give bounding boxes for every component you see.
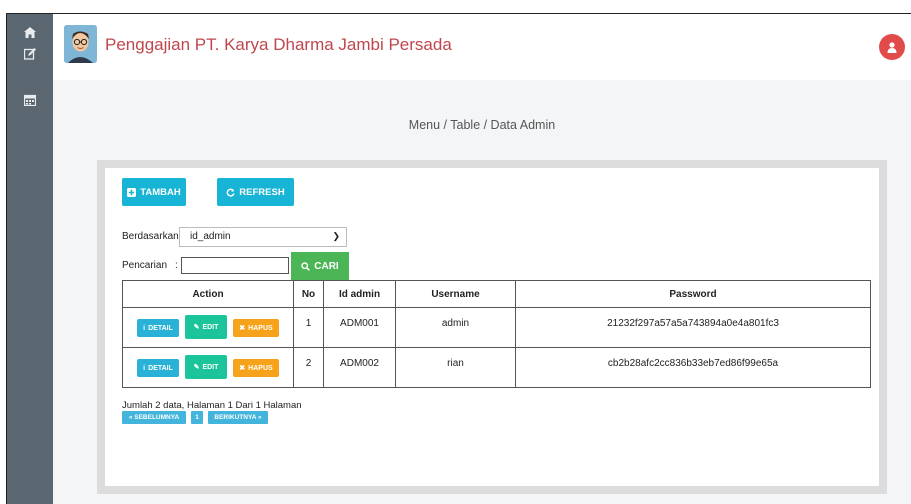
column-header-id-admin: Id admin [323, 280, 396, 308]
delete-button[interactable]: ✖ HAPUS [233, 319, 279, 337]
add-button[interactable]: TAMBAH [122, 178, 186, 206]
detail-button-label: DETAIL [148, 364, 173, 372]
cell-username: rian [395, 347, 516, 388]
chevron-down-icon: ❯ [332, 231, 340, 241]
column-header-action: Action [122, 280, 294, 308]
cell-id-admin: ADM002 [323, 347, 396, 388]
column-header-username: Username [395, 280, 516, 308]
cell-no: 2 [293, 347, 324, 388]
avatar [64, 25, 97, 63]
edit-icon[interactable] [7, 48, 53, 63]
next-page-button[interactable]: BERIKUTNYA » [208, 411, 268, 424]
admin-table: Action No Id admin Username Password i DE… [122, 280, 871, 388]
table-header-row: Action No Id admin Username Password [122, 280, 871, 308]
search-label: Pencarian [122, 260, 168, 271]
breadcrumb: Menu / Table / Data Admin [408, 118, 556, 132]
cell-username: admin [395, 307, 516, 348]
plus-square-icon [127, 187, 137, 197]
search-input[interactable] [181, 257, 289, 274]
main-content: Menu / Table / Data Admin TAMBAH REFRESH… [53, 80, 911, 504]
cell-password: cb2b28afc2cc836b33eb7ed86f99e65a [515, 347, 871, 388]
add-button-label: TAMBAH [140, 186, 181, 198]
action-cell: i DETAIL ✎ EDIT ✖ HAPUS [122, 347, 294, 388]
edit-button-label: EDIT [202, 323, 219, 331]
filter-by-value: id_admin [190, 231, 231, 242]
app-window: Penggajian PT. Karya Dharma Jambi Persad… [6, 13, 911, 504]
page-1-button[interactable]: 1 [191, 411, 203, 424]
app-title: Penggajian PT. Karya Dharma Jambi Persad… [105, 35, 452, 54]
calendar-icon[interactable] [7, 94, 53, 109]
home-icon[interactable] [7, 26, 53, 41]
delete-button-label: HAPUS [248, 324, 273, 332]
table-row: i DETAIL ✎ EDIT ✖ HAPUS 1 ADM001 admin 21232f… [122, 307, 871, 348]
user-menu-button[interactable] [879, 34, 905, 60]
action-cell: i DETAIL ✎ EDIT ✖ HAPUS [122, 307, 294, 348]
refresh-button[interactable]: REFRESH [217, 178, 294, 206]
detail-button[interactable]: i DETAIL [137, 359, 179, 377]
close-icon: ✖ [239, 365, 246, 372]
detail-button-label: DETAIL [148, 324, 173, 332]
cell-no: 1 [293, 307, 324, 348]
table-row: i DETAIL ✎ EDIT ✖ HAPUS 2 ADM002 rian cb2b28a… [122, 347, 871, 388]
refresh-icon [226, 188, 235, 197]
sidebar [7, 14, 53, 504]
cell-password: 21232f297a57a5a743894a0e4a801fc3 [515, 307, 871, 348]
close-icon: ✖ [239, 325, 246, 332]
edit-icon: ✎ [193, 364, 200, 371]
edit-button[interactable]: ✎ EDIT [185, 315, 227, 339]
prev-page-button[interactable]: « SEBELUMNYA [122, 411, 186, 424]
top-navbar: Penggajian PT. Karya Dharma Jambi Persad… [53, 14, 911, 80]
refresh-button-label: REFRESH [239, 186, 285, 198]
column-header-no: No [293, 280, 324, 308]
search-icon [301, 261, 311, 271]
edit-icon: ✎ [193, 324, 200, 331]
filter-by-label: Berdasarkan: [122, 231, 182, 242]
edit-button[interactable]: ✎ EDIT [185, 355, 227, 379]
info-icon: i [143, 324, 146, 332]
delete-button-label: HAPUS [248, 364, 273, 372]
search-button-label: CARI [314, 260, 339, 272]
pagination-summary: Jumlah 2 data, Halaman 1 Dari 1 Halaman [122, 400, 302, 411]
delete-button[interactable]: ✖ HAPUS [233, 359, 279, 377]
edit-button-label: EDIT [202, 363, 219, 371]
filter-by-select[interactable]: id_admin ❯ [179, 227, 347, 247]
cell-id-admin: ADM001 [323, 307, 396, 348]
panel-frame: TAMBAH REFRESH Berdasarkan: id_admin ❯ P… [97, 160, 887, 494]
search-colon: : [175, 260, 178, 271]
info-icon: i [143, 364, 146, 372]
data-panel: TAMBAH REFRESH Berdasarkan: id_admin ❯ P… [105, 168, 879, 486]
detail-button[interactable]: i DETAIL [137, 319, 179, 337]
user-icon [887, 41, 897, 53]
column-header-password: Password [515, 280, 871, 308]
search-button[interactable]: CARI [291, 252, 349, 280]
